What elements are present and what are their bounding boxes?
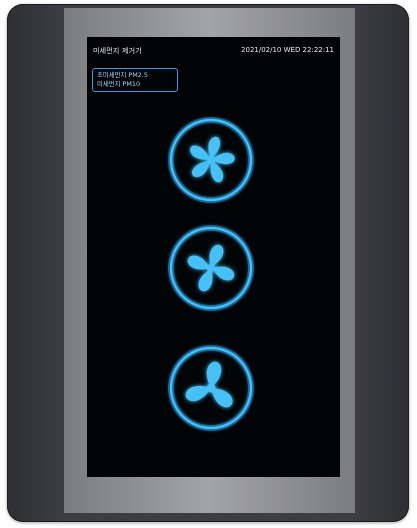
fan-button-1[interactable] bbox=[164, 113, 258, 207]
fan-button-3[interactable] bbox=[164, 341, 258, 435]
pm10-label: 미세먼지 PM10 bbox=[97, 80, 141, 88]
fan-icon bbox=[168, 345, 254, 431]
dust-mode-selector[interactable]: 초미세먼지 PM2.5 미세먼지 PM10 bbox=[92, 68, 178, 92]
pm25-label: 초미세먼지 PM2.5 bbox=[97, 71, 148, 79]
fan-icon bbox=[168, 117, 254, 203]
fan-button-2[interactable] bbox=[164, 221, 258, 315]
app-title: 미세먼지 제거기 bbox=[93, 47, 142, 55]
fan-icon bbox=[168, 225, 254, 311]
datetime-display: 2021/02/10 WED 22:22:11 bbox=[241, 46, 334, 54]
screen: 미세먼지 제거기 2021/02/10 WED 22:22:11 초미세먼지 P… bbox=[87, 37, 340, 477]
